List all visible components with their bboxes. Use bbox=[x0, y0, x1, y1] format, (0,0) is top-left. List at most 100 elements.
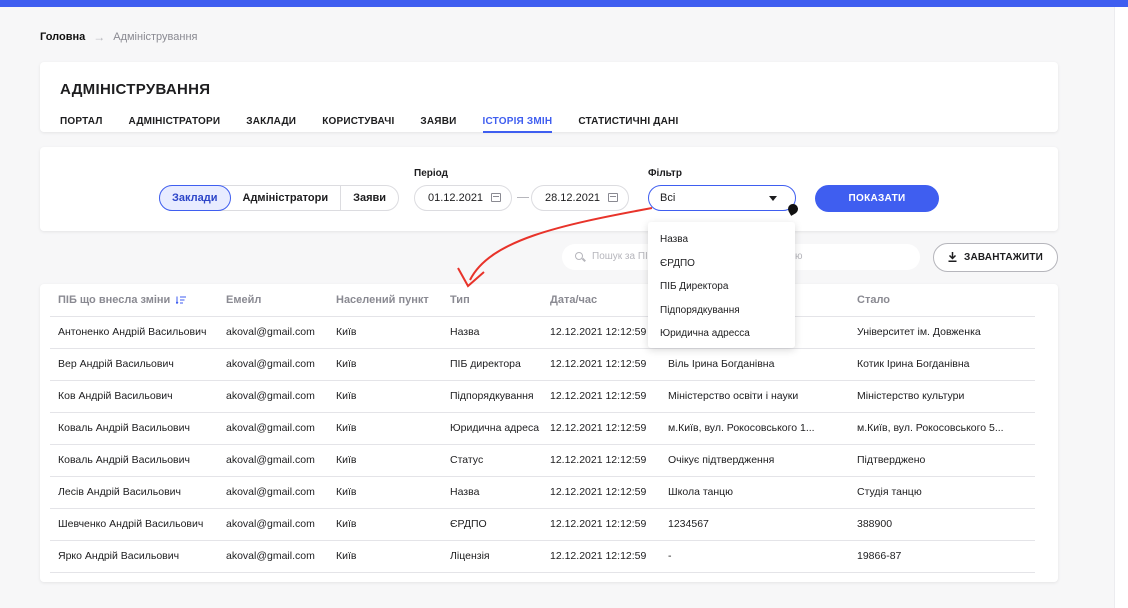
tab-change-history[interactable]: ІСТОРІЯ ЗМІН bbox=[482, 116, 553, 133]
arrow-right-icon: → bbox=[93, 30, 106, 44]
column-header-datetime[interactable]: Дата/час bbox=[542, 284, 660, 317]
table-row[interactable]: Коваль Андрій Васильович akoval@gmail.co… bbox=[50, 412, 1035, 445]
show-button[interactable]: ПОКАЗАТИ bbox=[815, 185, 939, 212]
cell-was: Очікує підтвердження bbox=[660, 444, 849, 477]
cell-datetime: 12.12.2021 12:12:59 bbox=[542, 316, 660, 349]
page-scrollbar[interactable] bbox=[1114, 7, 1128, 608]
tab-statistics[interactable]: СТАТИСТИЧНІ ДАНІ bbox=[578, 116, 678, 133]
segment-administrators[interactable]: Адміністратори bbox=[231, 186, 342, 210]
date-to-input[interactable]: 28.12.2021 bbox=[531, 185, 629, 211]
date-from-input[interactable]: 01.12.2021 bbox=[414, 185, 512, 211]
caret-down-icon bbox=[769, 196, 777, 201]
sort-icon[interactable] bbox=[176, 296, 187, 304]
table-row[interactable]: Шевченко Андрій Васильович akoval@gmail.… bbox=[50, 508, 1035, 541]
period-label: Період bbox=[414, 168, 448, 179]
cell-type: Назва bbox=[442, 476, 542, 509]
cell-became: 388900 bbox=[849, 508, 1035, 541]
cell-datetime: 12.12.2021 12:12:59 bbox=[542, 412, 660, 445]
cell-became: 19866-87 bbox=[849, 540, 1035, 573]
column-header-author[interactable]: ПІБ що внесла зміни bbox=[50, 284, 218, 317]
cell-type: Назва bbox=[442, 316, 542, 349]
cell-email: akoval@gmail.com bbox=[218, 316, 328, 349]
tab-administrators[interactable]: АДМІНІСТРАТОРИ bbox=[129, 116, 221, 133]
cell-locality: Київ bbox=[328, 348, 442, 381]
date-to-value: 28.12.2021 bbox=[545, 192, 601, 204]
cell-datetime: 12.12.2021 12:12:59 bbox=[542, 380, 660, 413]
table-row[interactable]: Вер Андрій Васильович akoval@gmail.com К… bbox=[50, 348, 1035, 381]
column-header-type[interactable]: Тип bbox=[442, 284, 542, 317]
download-label: ЗАВАНТАЖИТИ bbox=[964, 252, 1044, 263]
filter-select-value: Всі bbox=[660, 192, 676, 204]
date-range-separator bbox=[517, 197, 529, 198]
cell-was: - bbox=[660, 540, 849, 573]
filter-option-legal-address[interactable]: Юридична адресса bbox=[648, 322, 795, 346]
cell-locality: Київ bbox=[328, 540, 442, 573]
cell-type: Підпорядкування bbox=[442, 380, 542, 413]
cell-type: Статус bbox=[442, 444, 542, 477]
cell-locality: Київ bbox=[328, 316, 442, 349]
tab-institutions[interactable]: ЗАКЛАДИ bbox=[246, 116, 296, 133]
cell-email: akoval@gmail.com bbox=[218, 476, 328, 509]
table-row[interactable]: Лесів Андрій Васильович akoval@gmail.com… bbox=[50, 476, 1035, 509]
column-header-locality[interactable]: Населений пункт bbox=[328, 284, 442, 317]
download-button[interactable]: ЗАВАНТАЖИТИ bbox=[933, 243, 1058, 272]
cell-datetime: 12.12.2021 12:12:59 bbox=[542, 540, 660, 573]
admin-tabs: ПОРТАЛ АДМІНІСТРАТОРИ ЗАКЛАДИ КОРИСТУВАЧ… bbox=[60, 116, 704, 133]
cell-email: akoval@gmail.com bbox=[218, 380, 328, 413]
breadcrumb-home[interactable]: Головна bbox=[40, 31, 85, 43]
cell-author: Ков Андрій Васильович bbox=[50, 380, 218, 413]
cell-type: ЄРДПО bbox=[442, 508, 542, 541]
cell-locality: Київ bbox=[328, 508, 442, 541]
cell-author: Шевченко Андрій Васильович bbox=[50, 508, 218, 541]
cell-author: Ярко Андрій Васильович bbox=[50, 540, 218, 573]
date-from-value: 01.12.2021 bbox=[428, 192, 484, 204]
cell-locality: Київ bbox=[328, 476, 442, 509]
entity-segmented-control: Заклади Адміністратори Заяви bbox=[159, 185, 400, 211]
cell-was: Школа танцю bbox=[660, 476, 849, 509]
table-row[interactable]: Ярко Андрій Васильович akoval@gmail.com … bbox=[50, 540, 1035, 573]
cell-author: Вер Андрій Васильович bbox=[50, 348, 218, 381]
table-row[interactable]: Коваль Андрій Васильович akoval@gmail.co… bbox=[50, 444, 1035, 477]
table-row[interactable]: Ков Андрій Васильович akoval@gmail.com К… bbox=[50, 380, 1035, 413]
column-header-email[interactable]: Емейл bbox=[218, 284, 328, 317]
tab-users[interactable]: КОРИСТУВАЧІ bbox=[322, 116, 394, 133]
tab-portal[interactable]: ПОРТАЛ bbox=[60, 116, 103, 133]
breadcrumb: Головна → Адміністрування bbox=[40, 30, 198, 44]
calendar-icon[interactable] bbox=[608, 193, 618, 202]
cell-author: Коваль Андрій Васильович bbox=[50, 412, 218, 445]
cell-was: м.Київ, вул. Рокосовського 1... bbox=[660, 412, 849, 445]
cell-became: Студія танцю bbox=[849, 476, 1035, 509]
cell-email: akoval@gmail.com bbox=[218, 412, 328, 445]
cell-datetime: 12.12.2021 12:12:59 bbox=[542, 508, 660, 541]
cell-became: Підтверджено bbox=[849, 444, 1035, 477]
cell-became: Університет ім. Довженка bbox=[849, 316, 1035, 349]
tab-applications[interactable]: ЗАЯВИ bbox=[420, 116, 456, 133]
filter-option-name[interactable]: Назва bbox=[648, 228, 795, 252]
filter-option-director[interactable]: ПІБ Директора bbox=[648, 275, 795, 299]
cell-became: м.Київ, вул. Рокосовського 5... bbox=[849, 412, 1035, 445]
filter-dropdown-menu: Назва ЄРДПО ПІБ Директора Підпорядкуванн… bbox=[648, 222, 795, 348]
cell-email: akoval@gmail.com bbox=[218, 508, 328, 541]
cell-datetime: 12.12.2021 12:12:59 bbox=[542, 444, 660, 477]
breadcrumb-current: Адміністрування bbox=[113, 31, 198, 43]
table-row[interactable]: Антоненко Андрій Васильович akoval@gmail… bbox=[50, 316, 1035, 349]
filter-option-erdpo[interactable]: ЄРДПО bbox=[648, 252, 795, 276]
cell-type: Ліцензія bbox=[442, 540, 542, 573]
segment-applications[interactable]: Заяви bbox=[341, 186, 398, 210]
page-title: АДМІНІСТРУВАННЯ bbox=[60, 81, 211, 98]
filter-label: Фільтр bbox=[648, 168, 682, 179]
change-history-table: ПІБ що внесла зміни Емейл Населений пунк… bbox=[50, 284, 1035, 573]
column-header-became[interactable]: Стало bbox=[849, 284, 1035, 317]
search-icon bbox=[575, 252, 583, 260]
calendar-icon[interactable] bbox=[491, 193, 501, 202]
cell-author: Коваль Андрій Васильович bbox=[50, 444, 218, 477]
cell-became: Котик Ірина Богданівна bbox=[849, 348, 1035, 381]
filter-option-subordination[interactable]: Підпорядкування bbox=[648, 299, 795, 323]
cell-locality: Київ bbox=[328, 412, 442, 445]
cell-locality: Київ bbox=[328, 380, 442, 413]
segment-institutions[interactable]: Заклади bbox=[159, 185, 231, 211]
filter-select[interactable]: Всі bbox=[648, 185, 796, 211]
download-icon bbox=[948, 252, 957, 262]
filter-card: Заклади Адміністратори Заяви Період 01.1… bbox=[40, 147, 1058, 231]
cell-was: Віль Ірина Богданівна bbox=[660, 348, 849, 381]
